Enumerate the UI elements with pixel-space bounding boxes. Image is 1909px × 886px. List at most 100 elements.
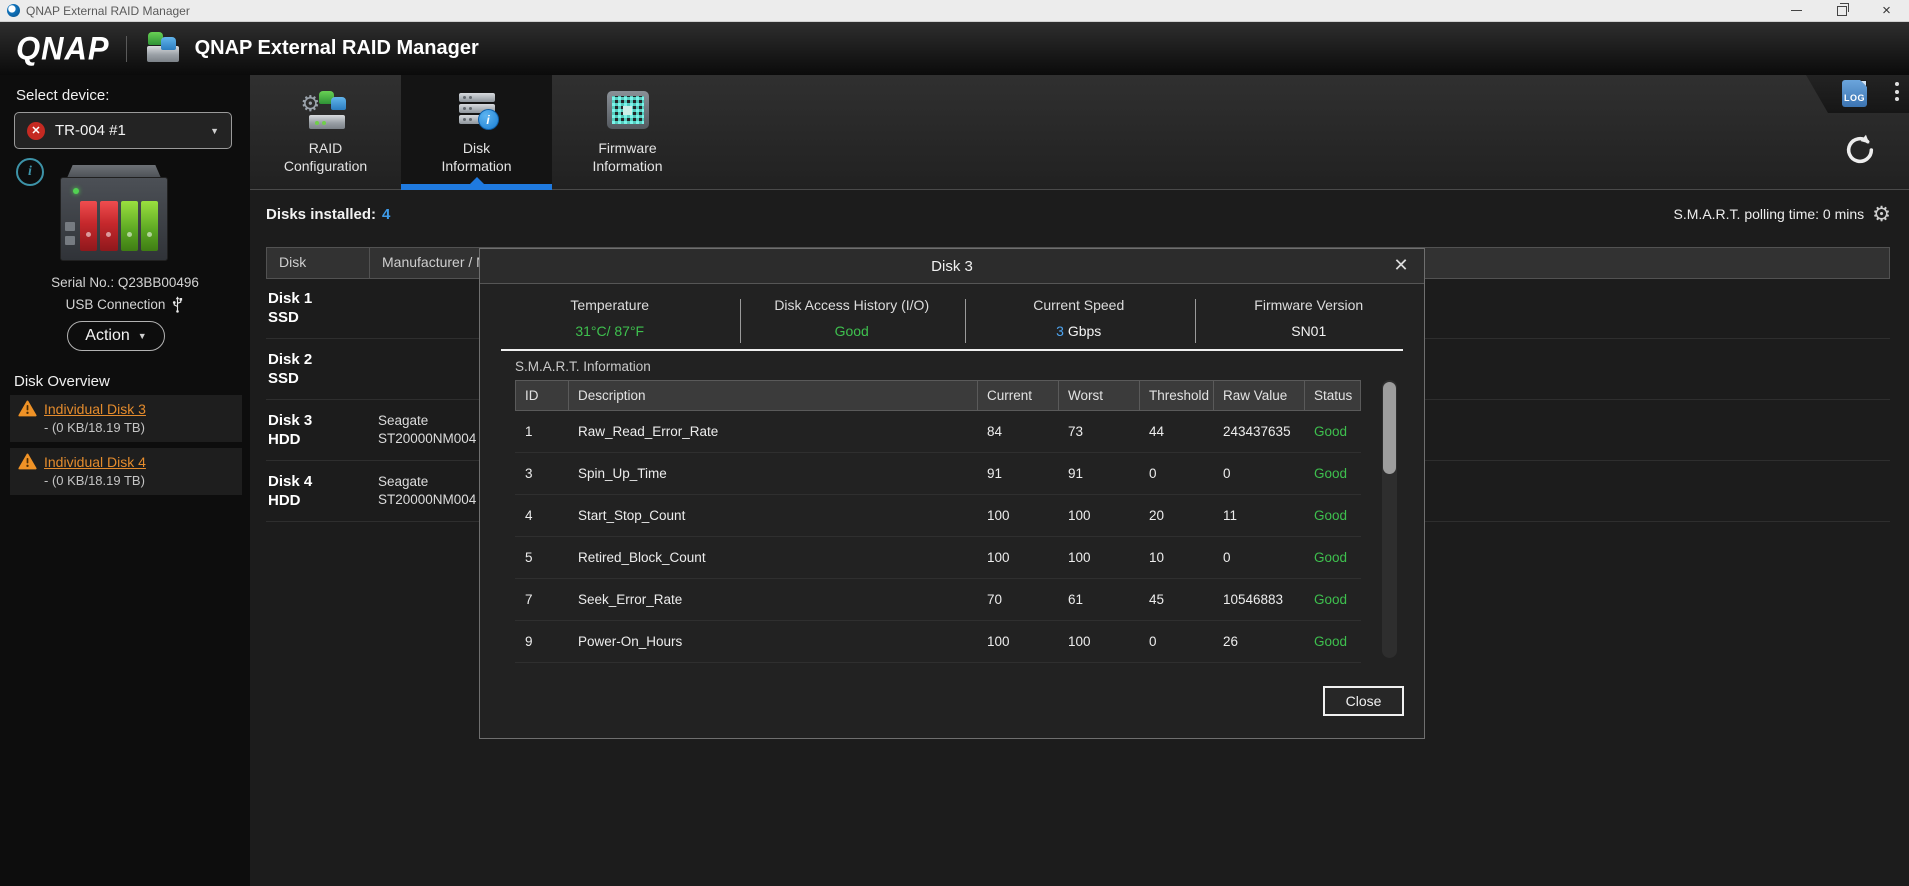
firmware-information-icon [605,89,651,131]
overview-item-disk3[interactable]: Individual Disk 3 - (0 KB/18.19 TB) [10,395,242,442]
drive-bay-3-green [121,201,138,251]
serial-number: Serial No.: Q23BB00496 [0,275,250,290]
column-header-disk: Disk [267,248,369,278]
drive-bay-4-green [141,201,158,251]
toolbar-row: Disks installed:4 S.M.A.R.T. polling tim… [250,190,1909,238]
overview-item-disk4[interactable]: Individual Disk 4 - (0 KB/18.19 TB) [10,448,242,495]
current-speed-value: 3 Gbps [1056,323,1101,339]
status-badge: Good [1304,550,1359,565]
active-tab-notch [470,177,484,184]
col-status: Status [1305,381,1360,410]
status-badge: Good [1304,634,1359,649]
close-button[interactable]: Close [1323,686,1404,716]
smart-row[interactable]: 7Seek_Error_Rate 7061 4510546883 Good [515,579,1361,621]
stats-divider-line [501,349,1403,351]
app-header: QNAP QNAP External RAID Manager [0,22,1909,75]
col-raw-value: Raw Value [1214,381,1304,410]
raid-configuration-icon: ⚙ [303,89,349,131]
enclosure-front-face [60,177,168,261]
enclosure-button [65,236,75,245]
disk-overview-heading: Disk Overview [14,373,110,390]
drive-bay-2-red [100,201,117,251]
os-titlebar: QNAP External RAID Manager × [0,0,1909,22]
individual-disk-3-link[interactable]: Individual Disk 3 [44,401,146,417]
tab-label: DiskInformation [441,139,511,175]
smart-row[interactable]: 1Raw_Read_Error_Rate 8473 44243437635 Go… [515,411,1361,453]
disks-installed-label: Disks installed:4 [266,206,390,223]
warning-icon [18,400,37,417]
smart-information-heading: S.M.A.R.T. Information [515,359,651,374]
gear-icon[interactable]: ⚙ [1872,204,1891,225]
col-threshold: Threshold [1140,381,1213,410]
log-icon: LOG [1844,93,1865,103]
close-window-button[interactable]: × [1864,0,1909,21]
stat-temperature: Temperature 31°C/ 87°F [480,283,739,349]
disk-stats-row: Temperature 31°C/ 87°F Disk Access Histo… [480,283,1424,349]
drive-bay-1-red [80,201,97,251]
status-badge: Good [1304,424,1359,439]
dialog-title: Disk 3 [931,258,973,275]
header-divider [126,36,127,62]
temperature-value: 31°C/ 87°F [575,323,644,339]
close-icon: × [1882,3,1891,18]
usb-icon [171,296,184,313]
action-button-label: Action [85,327,129,345]
warning-icon [18,453,37,470]
tab-strip: ⚙ RAIDConfiguration i DiskInformation [250,75,1909,190]
app-icon [7,4,20,17]
restore-icon [1837,6,1847,16]
power-led [73,188,79,194]
stat-divider [740,299,741,343]
device-dropdown-value: TR-004 #1 [55,122,126,139]
action-button[interactable]: Action ▼ [67,321,165,351]
smart-polling-label: S.M.A.R.T. polling time: 0 mins [1674,206,1865,222]
stat-divider [965,299,966,343]
disk-information-icon: i [454,89,500,131]
window-controls: × [1774,0,1909,21]
tab-raid-configuration[interactable]: ⚙ RAIDConfiguration [250,75,401,190]
access-history-value: Good [835,323,869,339]
col-description: Description [569,381,977,410]
chevron-down-icon: ▼ [210,126,219,136]
tab-firmware-information[interactable]: FirmwareInformation [552,75,703,190]
select-device-label: Select device: [16,87,109,104]
tab-disk-information[interactable]: i DiskInformation [401,75,552,190]
tab-label: RAIDConfiguration [284,139,367,175]
disk-4-capacity: - (0 KB/18.19 TB) [44,473,242,488]
smart-table-header: ID Description Current Worst Threshold R… [515,380,1361,411]
smart-row[interactable]: 3Spin_Up_Time 9191 00 Good [515,453,1361,495]
refresh-button[interactable] [1843,133,1877,167]
scrollbar-thumb[interactable] [1383,382,1396,474]
disk-3-capacity: - (0 KB/18.19 TB) [44,420,242,435]
usb-connection-label: USB Connection [66,297,166,312]
device-enclosure-image [60,165,168,261]
log-button[interactable]: LOG [1842,80,1867,107]
scrollbar-track[interactable] [1382,380,1397,658]
drive-bays [80,201,158,251]
minimize-icon [1791,10,1802,11]
individual-disk-4-link[interactable]: Individual Disk 4 [44,454,146,470]
device-error-icon: ✕ [27,122,45,140]
firmware-version-value: SN01 [1291,323,1326,339]
smart-row[interactable]: 4Start_Stop_Count 100100 2011 Good [515,495,1361,537]
device-select-dropdown[interactable]: ✕ TR-004 #1 ▼ [14,112,232,149]
stat-firmware-version: Firmware Version SN01 [1194,283,1425,349]
smart-row[interactable]: 9Power-On_Hours 100100 026 Good [515,621,1361,663]
more-menu-button[interactable] [1895,82,1899,101]
col-current: Current [978,381,1058,410]
chevron-down-icon: ▼ [138,331,147,341]
refresh-icon [1843,133,1877,167]
status-badge: Good [1304,466,1359,481]
enclosure-button [65,222,75,231]
stat-current-speed: Current Speed 3 Gbps [964,283,1194,349]
status-badge: Good [1304,508,1359,523]
status-badge: Good [1304,592,1359,607]
dialog-close-icon[interactable]: ✕ [1390,254,1412,276]
restore-button[interactable] [1819,0,1864,21]
sidebar: Select device: ✕ TR-004 #1 ▼ i Serial No… [0,75,250,886]
device-info-icon[interactable]: i [16,158,44,186]
minimize-button[interactable] [1774,0,1819,21]
smart-polling-group: S.M.A.R.T. polling time: 0 mins ⚙ [1674,204,1891,225]
dialog-titlebar: Disk 3 ✕ [480,249,1424,284]
smart-row[interactable]: 5Retired_Block_Count 100100 100 Good [515,537,1361,579]
